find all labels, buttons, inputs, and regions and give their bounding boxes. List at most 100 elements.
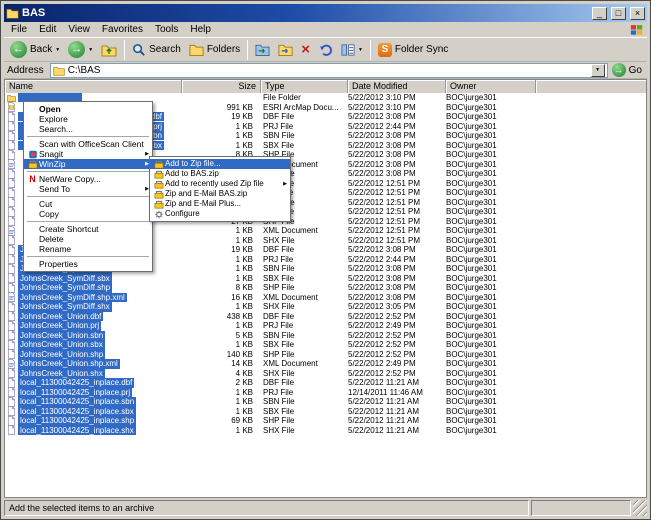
file-name-cell[interactable]: JohnsCreek_Union.dbf xyxy=(5,311,182,321)
column-header-date-modified[interactable]: Date Modified xyxy=(348,80,446,93)
file-date-modified: 5/22/2012 3:08 PM xyxy=(348,245,446,255)
file-row[interactable]: JohnsCreek_Union.dbf438 KBDBF File5/22/2… xyxy=(5,312,646,322)
maximize-button[interactable]: □ xyxy=(611,7,626,20)
context-menu-item-delete[interactable]: Delete xyxy=(24,234,152,244)
file-row[interactable]: JohnsCreek_SymDiff.sbx1 KBSBX File5/22/2… xyxy=(5,274,646,284)
file-name-cell[interactable]: JohnsCreek_Union.shp xyxy=(5,349,182,359)
resize-grip[interactable] xyxy=(633,500,647,516)
file-name-cell[interactable]: JohnsCreek_Union.shx xyxy=(5,368,182,378)
file-row[interactable]: JohnsCreek_Union.prj1 KBPRJ File5/22/201… xyxy=(5,321,646,331)
context-menu-item-label: Search... xyxy=(39,124,149,134)
back-button[interactable]: ← Back ▼ xyxy=(7,40,63,59)
up-button[interactable] xyxy=(98,42,120,58)
file-name-cell[interactable]: local_11300042425_inplace.shp xyxy=(5,416,182,426)
column-header-size[interactable]: Size xyxy=(182,80,261,93)
file-name-cell[interactable]: JohnsCreek_SymDiff.shp.xml xyxy=(5,292,182,302)
context-menu-item-winzip[interactable]: WinZip▶ xyxy=(24,159,152,169)
file-date-modified: 5/22/2012 11:21 AM xyxy=(348,397,446,407)
status-text: Add the selected items to an archive xyxy=(4,500,529,516)
file-row[interactable]: local_11300042425_inplace.sbx1 KBSBX Fil… xyxy=(5,407,646,417)
file-row[interactable]: JohnsCreek_SymDiff.shp.xml16 KBXML Docum… xyxy=(5,293,646,303)
context-menu-item-scan-with-officescan-client[interactable]: Scan with OfficeScan Client xyxy=(24,139,152,149)
minimize-button[interactable]: _ xyxy=(592,7,607,20)
menu-help[interactable]: Help xyxy=(184,22,217,37)
context-menu-item-cut[interactable]: Cut xyxy=(24,199,152,209)
file-row[interactable]: JohnsCreek_Union.sbn5 KBSBN File5/22/201… xyxy=(5,331,646,341)
file-row[interactable]: local_11300042425_inplace.sbn1 KBSBN Fil… xyxy=(5,397,646,407)
file-row[interactable]: local_11300042425_inplace.shx1 KBSHX Fil… xyxy=(5,426,646,436)
move-to-button[interactable] xyxy=(252,42,273,57)
views-button[interactable]: ▼ xyxy=(338,42,366,58)
file-name-cell[interactable]: JohnsCreek_Union.sbx xyxy=(5,340,182,350)
winzip-submenu-item-add-to-zip-file[interactable]: Add to Zip file... xyxy=(150,159,290,169)
column-header-owner[interactable]: Owner xyxy=(446,80,536,93)
menu-favorites[interactable]: Favorites xyxy=(96,22,149,37)
winzip-submenu-item-add-to-recently-used-zip-file[interactable]: Add to recently used Zip file▶ xyxy=(150,179,290,189)
file-row[interactable]: local_11300042425_inplace.shp69 KBSHP Fi… xyxy=(5,416,646,426)
copy-to-button[interactable] xyxy=(275,42,296,57)
file-date-modified: 5/22/2012 3:10 PM xyxy=(348,93,446,103)
file-row[interactable]: local_11300042425_inplace.dbf2 KBDBF Fil… xyxy=(5,378,646,388)
file-size: 8 KB xyxy=(182,283,261,293)
winzip-submenu-item-zip-and-e-mail-plus[interactable]: Zip and E-Mail Plus... xyxy=(150,199,290,209)
delete-button[interactable]: × xyxy=(298,41,313,58)
go-button[interactable]: → Go xyxy=(612,63,644,77)
menu-view[interactable]: View xyxy=(62,22,96,37)
close-button[interactable]: × xyxy=(630,7,645,20)
file-name-cell[interactable]: local_11300042425_inplace.sbx xyxy=(5,406,182,416)
menu-file[interactable]: File xyxy=(5,22,33,37)
file-owner: BOC\jurge301 xyxy=(446,93,536,103)
file-name-cell[interactable]: JohnsCreek_SymDiff.sbx xyxy=(5,273,182,283)
context-menu-item-open[interactable]: Open xyxy=(24,104,152,114)
context-menu-item-send-to[interactable]: Send To▶ xyxy=(24,184,152,194)
context-menu-item-rename[interactable]: Rename xyxy=(24,244,152,254)
forward-button[interactable]: → ▼ xyxy=(65,40,96,59)
window-folder-icon xyxy=(6,7,19,19)
address-input[interactable]: C:\BAS ▼ xyxy=(50,63,608,78)
folders-button[interactable]: Folders xyxy=(186,42,243,57)
context-menu-item-snagit[interactable]: Snagit▶ xyxy=(24,149,152,159)
winzip-submenu-item-configure[interactable]: Configure xyxy=(150,209,290,219)
file-name-cell[interactable]: JohnsCreek_Union.prj xyxy=(5,321,182,331)
file-row[interactable]: JohnsCreek_Union.shp140 KBSHP File5/22/2… xyxy=(5,350,646,360)
column-header-name[interactable]: Name xyxy=(5,80,182,93)
file-name-cell[interactable]: JohnsCreek_SymDiff.shp xyxy=(5,283,182,293)
context-menu-item-explore[interactable]: Explore xyxy=(24,114,152,124)
menu-icon-spacer xyxy=(26,124,39,134)
file-name-cell[interactable]: JohnsCreek_Union.shp.xml xyxy=(5,359,182,369)
context-menu-item-copy[interactable]: Copy xyxy=(24,209,152,219)
undo-button[interactable] xyxy=(315,41,336,58)
winzip-submenu-item-add-to-bas-zip[interactable]: Add to BAS.zip xyxy=(150,169,290,179)
context-menu-item-create-shortcut[interactable]: Create Shortcut xyxy=(24,224,152,234)
views-dropdown-icon[interactable]: ▼ xyxy=(358,47,363,53)
folder-sync-button[interactable]: S Folder Sync xyxy=(375,42,451,58)
file-row[interactable]: local_11300042425_inplace.prj1 KBPRJ Fil… xyxy=(5,388,646,398)
file-type: SHP File xyxy=(261,416,348,426)
context-menu-item-label: Properties xyxy=(39,259,149,269)
file-name-cell[interactable]: JohnsCreek_SymDiff.shx xyxy=(5,302,182,312)
file-owner: BOC\jurge301 xyxy=(446,198,536,208)
search-button[interactable]: Search xyxy=(129,42,184,58)
context-menu-item-netware-copy[interactable]: NNetWare Copy... xyxy=(24,174,152,184)
file-name-cell[interactable]: local_11300042425_inplace.sbn xyxy=(5,397,182,407)
file-row[interactable]: JohnsCreek_SymDiff.shx1 KBSHX File5/22/2… xyxy=(5,302,646,312)
file-row[interactable]: JohnsCreek_Union.shp.xml14 KBXML Documen… xyxy=(5,359,646,369)
column-header-type[interactable]: Type xyxy=(261,80,348,93)
file-row[interactable]: JohnsCreek_Union.shx4 KBSHX File5/22/201… xyxy=(5,369,646,379)
file-name-cell[interactable]: JohnsCreek_Union.sbn xyxy=(5,330,182,340)
back-dropdown-icon[interactable]: ▼ xyxy=(55,47,60,53)
winzip-submenu-item-zip-and-e-mail-bas-zip[interactable]: Zip and E-Mail BAS.zip xyxy=(150,189,290,199)
file-name-cell[interactable]: local_11300042425_inplace.dbf xyxy=(5,378,182,388)
forward-dropdown-icon[interactable]: ▼ xyxy=(88,47,93,53)
file-row[interactable]: JohnsCreek_SymDiff.shp8 KBSHP File5/22/2… xyxy=(5,283,646,293)
file-name-cell[interactable]: local_11300042425_inplace.prj xyxy=(5,387,182,397)
address-dropdown-button[interactable]: ▼ xyxy=(591,64,605,77)
file-name-cell[interactable]: local_11300042425_inplace.shx xyxy=(5,425,182,435)
title-bar[interactable]: BAS _ □ × xyxy=(4,4,647,22)
menu-tools[interactable]: Tools xyxy=(149,22,184,37)
page-icon xyxy=(7,416,16,426)
menu-edit[interactable]: Edit xyxy=(33,22,62,37)
context-menu-item-search[interactable]: Search... xyxy=(24,124,152,134)
file-row[interactable]: JohnsCreek_Union.sbx1 KBSBX File5/22/201… xyxy=(5,340,646,350)
context-menu-item-properties[interactable]: Properties xyxy=(24,259,152,269)
